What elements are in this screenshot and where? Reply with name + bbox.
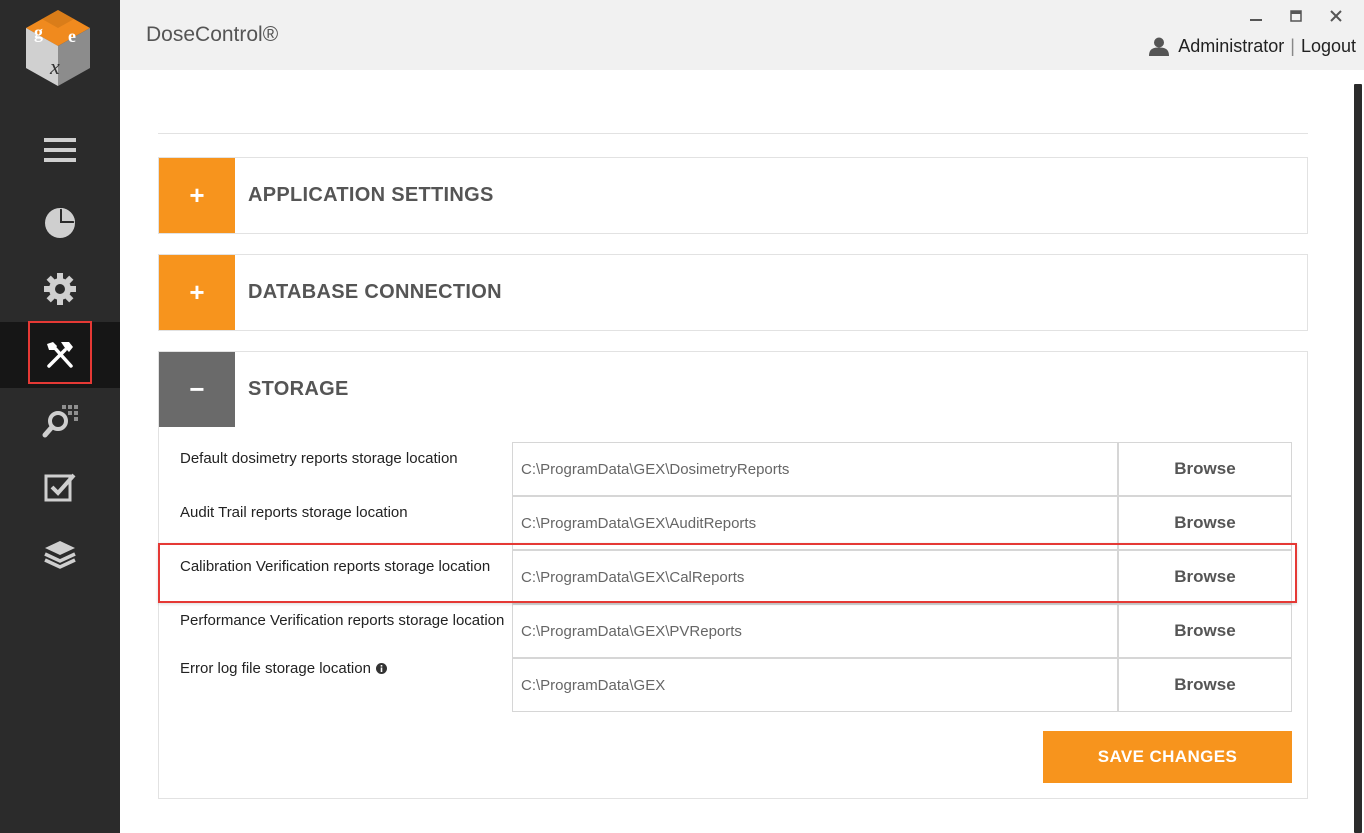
app-title: DoseControl® (146, 23, 279, 46)
sidebar-item-dashboard[interactable] (0, 190, 120, 256)
sidebar-item-tasks[interactable] (0, 455, 120, 521)
sidebar-item-menu[interactable] (0, 117, 120, 183)
tools-icon (43, 338, 77, 372)
window-controls (1236, 8, 1356, 28)
sidebar-item-settings[interactable] (0, 256, 120, 322)
storage-row-dosimetry: Default dosimetry reports storage locati… (159, 442, 1309, 496)
user-area: Administrator | Logout (1149, 36, 1356, 57)
panel-title-storage: STORAGE (248, 378, 349, 400)
maximize-icon (1290, 9, 1302, 27)
sidebar-item-tools[interactable] (0, 322, 120, 388)
gear-icon (43, 272, 77, 306)
storage-path-performance-input[interactable] (512, 604, 1118, 658)
panel-header-database-connection[interactable]: + DATABASE CONNECTION (159, 255, 1307, 330)
storage-row-error-log: Error log file storage location Browse (159, 658, 1309, 712)
collapse-storage-toggle[interactable]: − (159, 352, 235, 427)
sidebar-item-layers[interactable] (0, 521, 120, 587)
browse-dosimetry-button[interactable]: Browse (1118, 442, 1292, 496)
svg-text:x: x (49, 54, 60, 79)
svg-text:g: g (34, 22, 43, 42)
gex-cube-logo: g e x (22, 6, 94, 90)
browse-performance-button[interactable]: Browse (1118, 604, 1292, 658)
sidebar: g e x (0, 0, 120, 833)
user-name: Administrator (1178, 36, 1285, 56)
close-button[interactable] (1316, 8, 1356, 28)
panel-application-settings: + APPLICATION SETTINGS (158, 157, 1308, 234)
minimize-icon (1250, 9, 1262, 27)
expand-application-settings-toggle[interactable]: + (159, 158, 235, 233)
storage-label-performance: Performance Verification reports storage… (180, 612, 505, 629)
menu-icon (44, 137, 76, 163)
storage-row-performance: Performance Verification reports storage… (159, 604, 1309, 658)
close-icon (1330, 9, 1342, 27)
dashboard-pie-icon (43, 206, 77, 240)
storage-row-calibration: Calibration Verification reports storage… (159, 550, 1309, 604)
panel-database-connection: + DATABASE CONNECTION (158, 254, 1308, 331)
browse-calibration-button[interactable]: Browse (1118, 550, 1292, 604)
header: DoseControl® Administrator | Logout (120, 0, 1364, 70)
storage-path-audit-trail-input[interactable] (512, 496, 1118, 550)
storage-label-dosimetry: Default dosimetry reports storage locati… (180, 450, 458, 467)
storage-label-error-log: Error log file storage location (180, 660, 387, 677)
panel-header-application-settings[interactable]: + APPLICATION SETTINGS (159, 158, 1307, 233)
maximize-button[interactable] (1276, 8, 1316, 28)
layers-icon (43, 537, 77, 571)
expand-database-connection-toggle[interactable]: + (159, 255, 235, 330)
panel-title-application-settings: APPLICATION SETTINGS (248, 184, 494, 206)
checkbox-icon (43, 471, 77, 505)
panel-header-storage[interactable]: − STORAGE (159, 352, 1307, 427)
storage-label-audit-trail: Audit Trail reports storage location (180, 504, 408, 521)
storage-path-dosimetry-input[interactable] (512, 442, 1118, 496)
svg-text:e: e (68, 26, 76, 46)
scrollbar-thumb[interactable] (1354, 84, 1362, 833)
storage-row-audit-trail: Audit Trail reports storage location Bro… (159, 496, 1309, 550)
vertical-scrollbar[interactable] (1352, 70, 1364, 833)
content-divider (158, 133, 1308, 134)
user-separator: | (1290, 36, 1295, 56)
save-changes-button[interactable]: SAVE CHANGES (1043, 731, 1292, 783)
panel-title-database-connection: DATABASE CONNECTION (248, 281, 502, 303)
storage-label-calibration: Calibration Verification reports storage… (180, 558, 491, 575)
search-grid-icon (42, 403, 78, 439)
storage-path-error-log-input[interactable] (512, 658, 1118, 712)
info-icon[interactable] (375, 663, 387, 674)
minimize-button[interactable] (1236, 8, 1276, 28)
user-icon (1149, 37, 1170, 56)
logout-link[interactable]: Logout (1301, 36, 1356, 57)
browse-audit-trail-button[interactable]: Browse (1118, 496, 1292, 550)
browse-error-log-button[interactable]: Browse (1118, 658, 1292, 712)
storage-path-calibration-input[interactable] (512, 550, 1118, 604)
sidebar-item-search[interactable] (0, 388, 120, 454)
